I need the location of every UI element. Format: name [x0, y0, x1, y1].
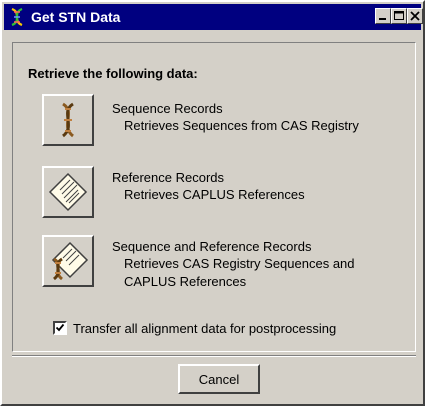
minimize-icon	[379, 18, 386, 20]
option-description-line: Retrieves CAS Registry Sequences and	[124, 256, 355, 271]
option-title: Sequence Records	[112, 101, 223, 116]
close-button[interactable]	[407, 8, 423, 24]
checkmark-icon	[55, 323, 65, 332]
options-panel: Retrieve the following data: Sequence Re…	[12, 42, 416, 352]
maximize-icon	[394, 11, 404, 20]
sequence-records-button[interactable]	[42, 94, 94, 146]
maximize-button[interactable]	[391, 8, 407, 24]
option-description-line: Retrieves CAPLUS References	[124, 187, 305, 202]
dialog-window: Get STN Data Retrieve the following data…	[0, 0, 425, 406]
footer-divider	[12, 355, 416, 357]
window-title: Get STN Data	[31, 9, 121, 25]
section-heading: Retrieve the following data:	[28, 66, 198, 81]
transfer-alignment-label[interactable]: Transfer all alignment data for postproc…	[73, 321, 336, 336]
sequence-and-reference-icon	[51, 241, 89, 281]
option-title: Sequence and Reference Records	[112, 239, 312, 254]
option-description-line: CAPLUS References	[124, 274, 247, 289]
dna-helix-icon	[8, 7, 26, 27]
title-bar[interactable]: Get STN Data	[4, 4, 423, 30]
dna-sequence-icon	[61, 102, 75, 138]
close-icon	[410, 11, 420, 21]
option-description: Retrieves Sequences from CAS Registry	[124, 117, 359, 135]
cancel-button[interactable]: Cancel	[178, 364, 260, 394]
option-description-line: Retrieves Sequences from CAS Registry	[124, 118, 359, 133]
transfer-alignment-checkbox[interactable]	[53, 321, 67, 335]
option-description: Retrieves CAPLUS References	[124, 186, 305, 204]
reference-records-button[interactable]	[42, 166, 94, 218]
sequence-and-reference-button[interactable]	[42, 235, 94, 287]
reference-document-icon	[48, 172, 88, 212]
minimize-button[interactable]	[375, 8, 391, 24]
option-title: Reference Records	[112, 170, 224, 185]
option-description: Retrieves CAS Registry Sequences and CAP…	[124, 255, 355, 291]
